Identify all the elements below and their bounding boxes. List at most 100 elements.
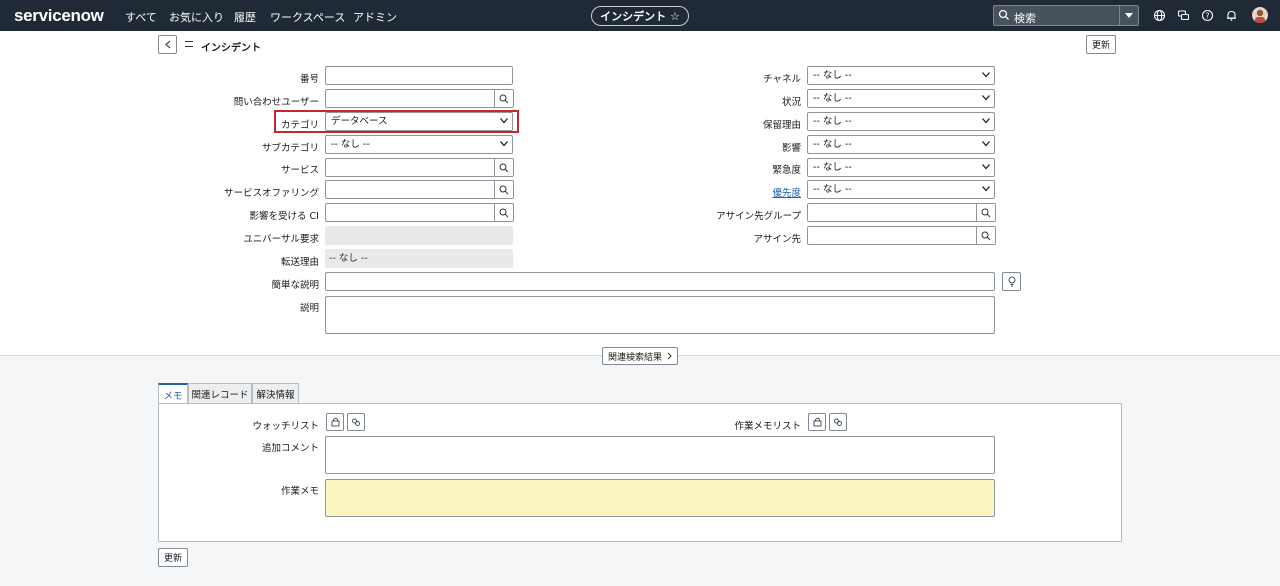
label-affected-ci: 影響を受ける CI — [249, 211, 319, 222]
chevron-down-icon — [982, 95, 990, 101]
lightbulb-icon — [1008, 276, 1015, 287]
priority-select[interactable]: -- なし -- — [807, 180, 995, 199]
form-menu-icon[interactable] — [185, 41, 193, 47]
assigned-to-lookup-button[interactable] — [977, 226, 996, 245]
label-assignment-group: アサイン先グループ — [716, 211, 801, 222]
user-add-icon — [834, 418, 842, 426]
label-watch-list: ウォッチリスト — [252, 421, 319, 432]
service-field[interactable] — [325, 158, 495, 177]
on-hold-reason-select[interactable]: -- なし -- — [807, 112, 995, 131]
assignment-group-lookup-button[interactable] — [977, 203, 996, 222]
label-description: 説明 — [299, 303, 319, 314]
help-icon[interactable]: ? — [1201, 9, 1214, 22]
global-search[interactable]: 検索 — [993, 5, 1139, 26]
caller-field[interactable] — [325, 89, 495, 108]
transfer-reason-field: -- なし -- — [325, 249, 513, 268]
search-icon — [981, 208, 991, 217]
label-caller: 問い合わせユーザー — [233, 97, 319, 108]
tab-notes[interactable]: メモ — [158, 383, 188, 405]
bell-icon[interactable] — [1225, 9, 1238, 22]
service-offering-lookup-button[interactable] — [495, 180, 514, 199]
search-icon — [499, 185, 509, 194]
servicenow-logo[interactable]: servicenow — [14, 6, 104, 26]
label-on-hold-reason: 保留理由 — [762, 120, 801, 131]
search-icon — [998, 9, 1009, 20]
watch-list-lock-button[interactable] — [326, 413, 344, 431]
priority-link[interactable]: 優先度 — [772, 185, 801, 199]
service-lookup-button[interactable] — [495, 158, 514, 177]
priority-value: -- なし -- — [813, 184, 852, 195]
work-notes-textarea[interactable] — [325, 479, 995, 517]
assigned-to-field[interactable] — [807, 226, 977, 245]
search-scope-dropdown[interactable] — [1119, 6, 1138, 25]
related-search-results-button[interactable]: 関連検索結果 — [602, 347, 678, 365]
nav-admin[interactable]: アドミン — [353, 9, 397, 25]
page-title: インシデント — [201, 43, 261, 54]
search-icon — [981, 231, 991, 240]
nav-favorites[interactable]: お気に入り — [169, 9, 224, 25]
label-additional-comments: 追加コメント — [261, 443, 319, 454]
user-avatar-image — [1255, 9, 1265, 23]
impact-select[interactable]: -- なし -- — [807, 135, 995, 154]
update-button-top[interactable]: 更新 — [1086, 35, 1116, 54]
chevron-down-icon — [982, 118, 990, 124]
tab-related-records[interactable]: 関連レコード — [188, 383, 252, 404]
chat-icon[interactable] — [1177, 9, 1190, 22]
chevron-down-icon — [500, 141, 508, 147]
label-category: カテゴリ — [280, 120, 319, 131]
label-service: サービス — [280, 165, 319, 176]
chevron-down-icon — [982, 72, 990, 78]
work-notes-list-lock-button[interactable] — [808, 413, 826, 431]
label-channel: チャネル — [763, 74, 801, 85]
lock-icon — [331, 417, 339, 427]
tab-resolution-info[interactable]: 解決情報 — [252, 383, 299, 404]
assignment-group-field[interactable] — [807, 203, 977, 222]
user-add-icon — [352, 418, 360, 426]
number-field[interactable] — [325, 66, 513, 85]
channel-select[interactable]: -- なし -- — [807, 66, 995, 85]
description-textarea[interactable] — [325, 296, 995, 334]
label-state: 状況 — [781, 97, 801, 108]
nav-all[interactable]: すべて — [125, 9, 157, 25]
caller-lookup-button[interactable] — [495, 89, 514, 108]
back-button[interactable] — [158, 35, 177, 54]
label-work-notes-list: 作業メモリスト — [734, 421, 801, 432]
work-notes-list-add-me-button[interactable] — [829, 413, 847, 431]
chevron-down-icon — [982, 186, 990, 192]
svg-text:?: ? — [1206, 11, 1210, 20]
service-offering-field[interactable] — [325, 180, 495, 199]
category-select[interactable]: データベース — [325, 112, 513, 131]
short-description-field[interactable] — [325, 272, 995, 291]
urgency-select[interactable]: -- なし -- — [807, 158, 995, 177]
impact-value: -- なし -- — [813, 139, 852, 150]
label-urgency: 緊急度 — [772, 165, 801, 176]
suggestion-button[interactable] — [1002, 272, 1021, 291]
state-select[interactable]: -- なし -- — [807, 89, 995, 108]
lock-icon — [813, 417, 821, 427]
label-service-offering: サービスオファリング — [223, 188, 319, 199]
universal-request-field — [325, 226, 513, 245]
label-number: 番号 — [299, 74, 319, 85]
context-title-pill[interactable]: インシデント ☆ — [591, 6, 689, 26]
on-hold-reason-value: -- なし -- — [813, 116, 852, 127]
affected-ci-field[interactable] — [325, 203, 495, 222]
label-universal-request: ユニバーサル要求 — [243, 234, 319, 245]
nav-workspaces[interactable]: ワークスペース — [270, 9, 345, 25]
caret-down-icon — [1125, 13, 1133, 18]
context-title: インシデント ☆ — [600, 10, 680, 23]
affected-ci-lookup-button[interactable] — [495, 203, 514, 222]
chevron-down-icon — [500, 118, 508, 124]
chevron-down-icon — [982, 164, 990, 170]
additional-comments-textarea[interactable] — [325, 436, 995, 474]
subcategory-select[interactable]: -- なし -- — [325, 135, 513, 154]
nav-history[interactable]: 履歴 — [234, 9, 256, 25]
watch-list-add-me-button[interactable] — [347, 413, 365, 431]
globe-icon[interactable] — [1153, 9, 1166, 22]
search-icon — [499, 94, 509, 103]
search-placeholder: 検索 — [1014, 12, 1036, 25]
update-button-bottom[interactable]: 更新 — [158, 548, 188, 567]
label-subcategory: サブカテゴリ — [261, 143, 319, 154]
user-avatar[interactable] — [1252, 7, 1268, 23]
state-value: -- なし -- — [813, 93, 852, 104]
label-work-notes: 作業メモ — [280, 486, 319, 497]
